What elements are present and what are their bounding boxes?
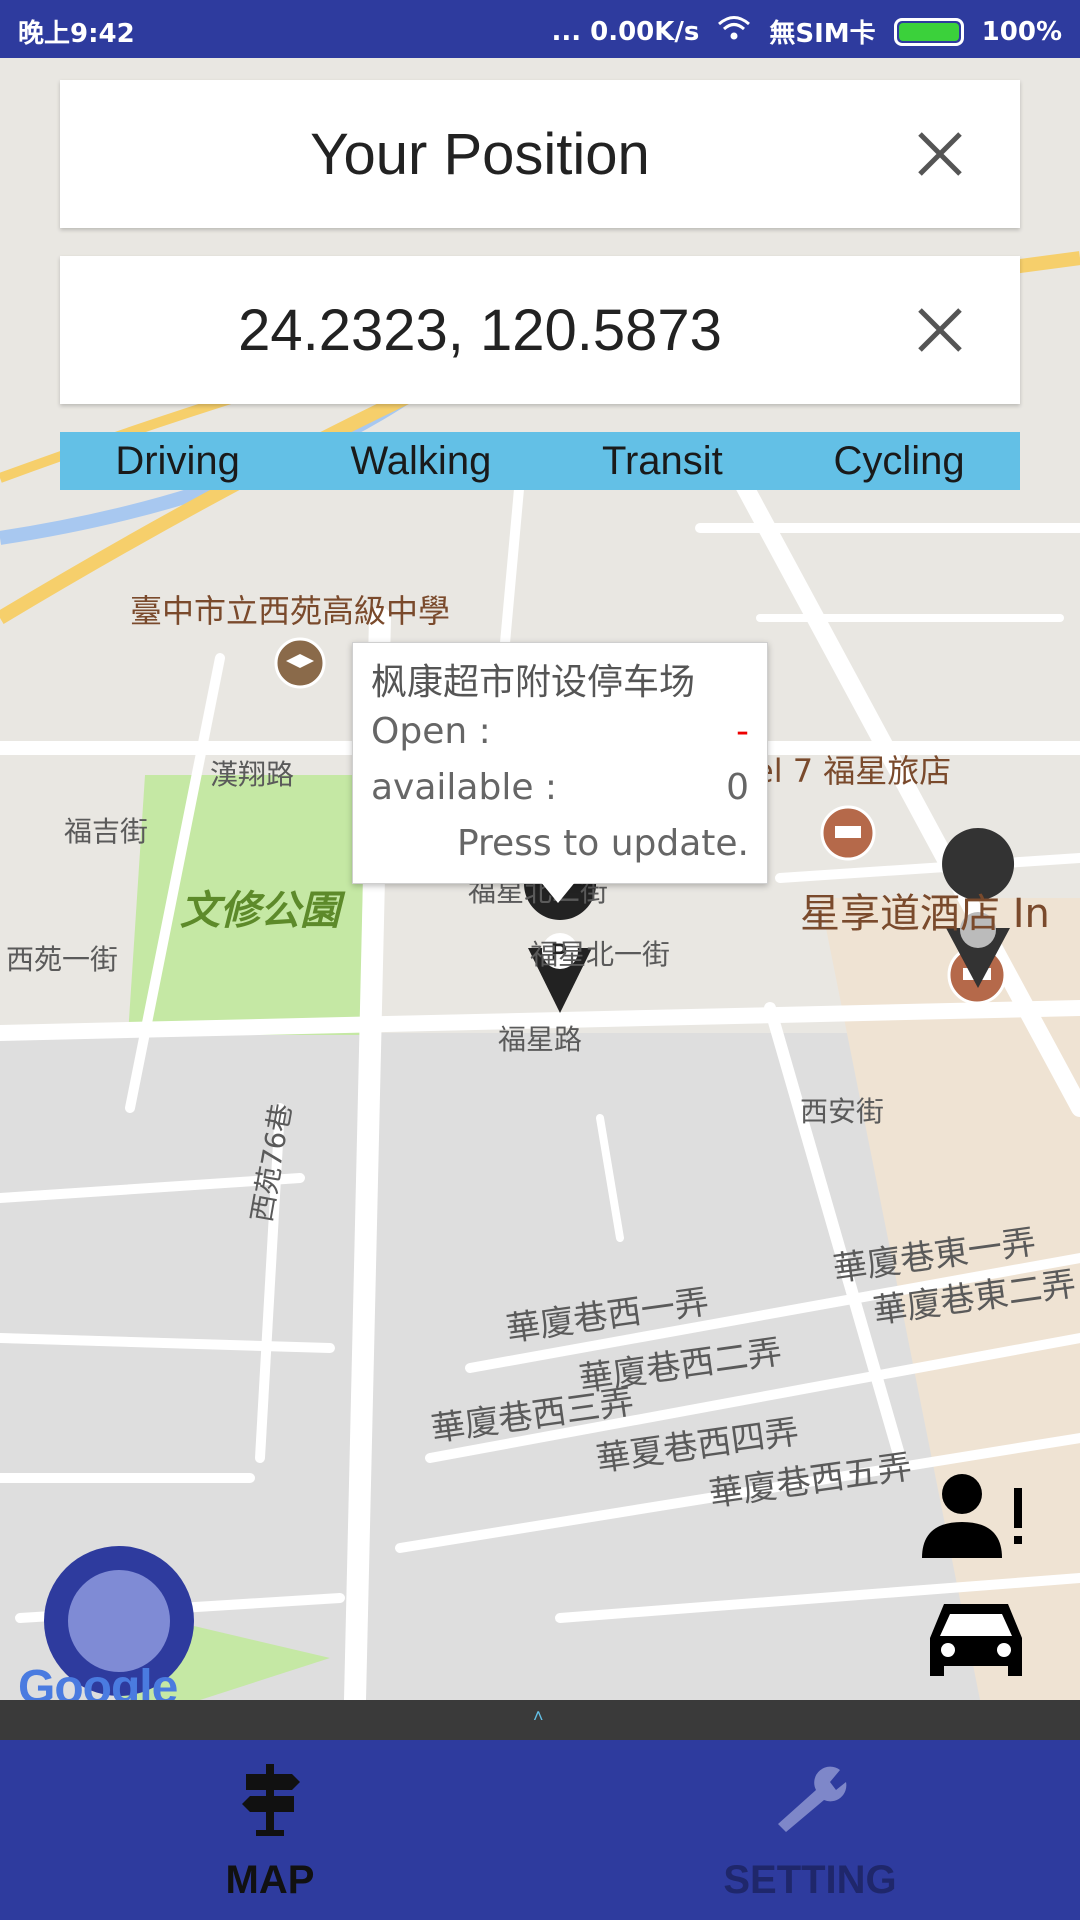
map-label-park: 文修公園 <box>180 888 340 934</box>
open-label: Open : <box>371 711 491 752</box>
car-button[interactable] <box>926 1594 1026 1684</box>
wrench-icon <box>770 1760 850 1840</box>
mode-transit[interactable]: Transit <box>602 439 723 484</box>
callout-title: 枫康超市附设停车场 <box>371 662 696 703</box>
map-label-road-fuxing: 福星路 <box>498 1023 583 1056</box>
origin-panel[interactable]: Your Position <box>60 80 1020 228</box>
destination-panel[interactable]: 24.2323, 120.5873 <box>60 256 1020 404</box>
bottom-navigation: MAP SETTING <box>0 1740 1080 1920</box>
close-icon <box>918 132 962 176</box>
travel-mode-bar: Driving Walking Transit Cycling <box>60 432 1020 490</box>
available-label: available : <box>371 767 558 808</box>
close-icon <box>918 308 962 352</box>
bottom-sheet-handle[interactable]: ˄ <box>0 1700 1080 1740</box>
chevron-up-icon: ˄ <box>533 1706 544 1726</box>
map-label-hotel1: el 7 福星旅店 <box>754 752 952 790</box>
map-label-road-hanxiang: 漢翔路 <box>210 758 295 791</box>
nav-map-label: MAP <box>225 1858 315 1902</box>
person-alert-icon <box>922 1474 1022 1558</box>
press-to-update[interactable]: Press to update. <box>371 823 749 864</box>
map-label-school: 臺中市立西苑高級中學 <box>130 592 451 630</box>
clear-destination-button[interactable] <box>910 300 970 360</box>
car-icon <box>930 1604 1022 1676</box>
wifi-icon <box>717 15 751 48</box>
mode-driving[interactable]: Driving <box>115 439 239 484</box>
mode-cycling[interactable]: Cycling <box>833 439 964 484</box>
person-alert-button[interactable] <box>920 1472 1030 1560</box>
battery-percent: 100% <box>981 16 1062 47</box>
map-label-road-fuxingbei1: 福星北一街 <box>530 938 671 971</box>
clear-origin-button[interactable] <box>910 124 970 184</box>
destination-field[interactable]: 24.2323, 120.5873 <box>60 256 900 404</box>
status-bar: 晚上9:42 ... 0.00K/s 無SIM卡 100% <box>0 0 1080 58</box>
origin-field[interactable]: Your Position <box>60 80 900 228</box>
nav-map[interactable]: MAP <box>0 1740 540 1920</box>
sim-label: 無SIM卡 <box>769 19 876 49</box>
map-label-road-fuji: 福吉街 <box>64 815 149 848</box>
location-fab-inner <box>68 1570 170 1672</box>
map-label-road-xiyuan1: 西苑一街 <box>6 943 119 976</box>
nav-setting-label: SETTING <box>723 1858 897 1902</box>
callout-pointer <box>540 881 576 903</box>
signpost-icon <box>230 1760 310 1840</box>
network-speed: ... 0.00K/s <box>551 16 700 47</box>
status-time: 晚上9:42 <box>18 19 135 49</box>
mode-walking[interactable]: Walking <box>351 439 492 484</box>
open-value: - <box>736 711 749 752</box>
nav-setting[interactable]: SETTING <box>540 1740 1080 1920</box>
battery-icon <box>893 17 964 46</box>
map-label-hotel2: 星享道酒店 In <box>800 891 1050 937</box>
map-label-road-xian: 西安街 <box>800 1095 885 1128</box>
parking-info-callout[interactable]: 枫康超市附设停车场 Open : - available : 0 Press t… <box>352 642 768 884</box>
available-value: 0 <box>726 767 749 808</box>
